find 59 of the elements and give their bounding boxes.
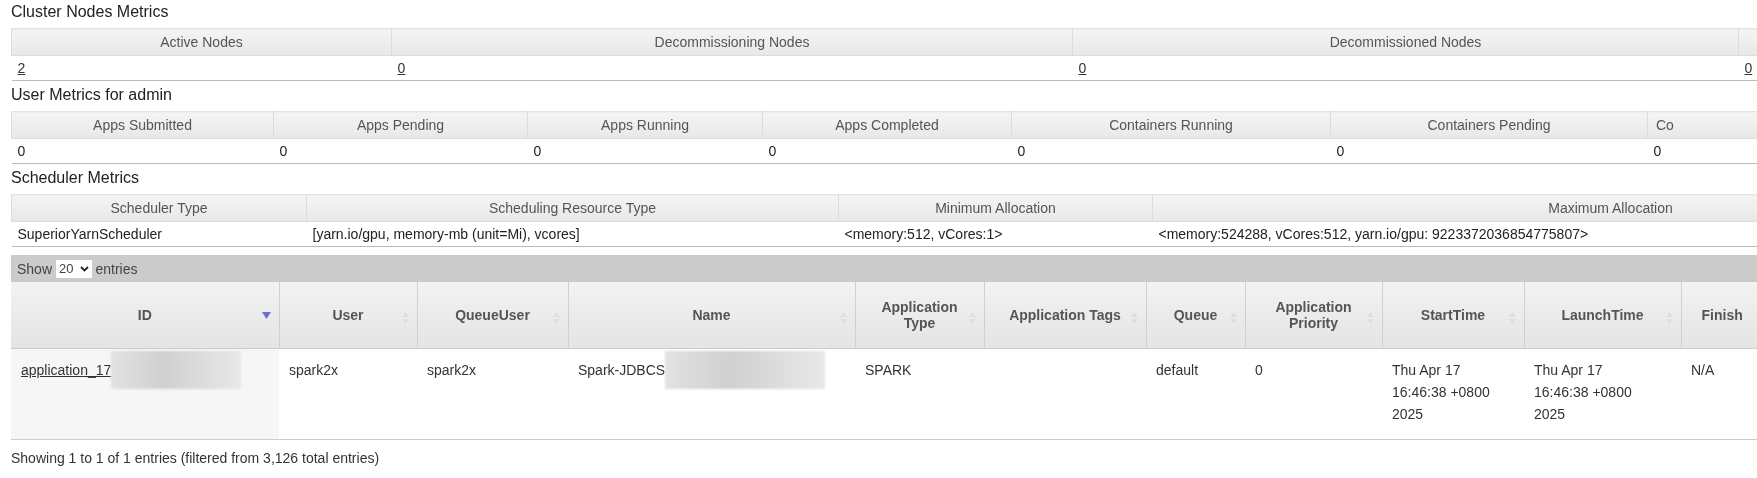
metric-value: <memory:524288, vCores:512, yarn.io/gpu: 9223372036854775807> xyxy=(1158,226,1589,242)
table-cell: spark2x xyxy=(289,362,339,378)
column-header: Containers Running xyxy=(1011,111,1331,139)
metric-value: SuperiorYarnScheduler xyxy=(17,226,162,242)
column-header[interactable]: Application Priority xyxy=(1245,282,1382,349)
table-cell: default xyxy=(1156,362,1199,378)
table-cell: Thu Apr 17 16:46:38 +0800 2025 xyxy=(1534,362,1632,422)
show-label: Show xyxy=(17,260,53,277)
section-title: Scheduler Metrics xyxy=(11,168,141,188)
chevron-down-icon xyxy=(79,265,89,272)
column-header[interactable]: LaunchTime xyxy=(1524,282,1681,349)
column-header: Apps Submitted xyxy=(11,111,274,139)
entries-label: entries xyxy=(95,260,138,277)
metric-value: 0 xyxy=(1017,143,1026,159)
metric-link[interactable]: 0 xyxy=(1078,60,1087,76)
metric-value: <memory:512, vCores:1> xyxy=(844,226,1003,242)
metric-value: [yarn.io/gpu, memory-mb (unit=Mi), vcores] xyxy=(312,226,580,242)
column-header[interactable]: Queue xyxy=(1146,282,1245,349)
column-header[interactable]: Application Tags xyxy=(984,282,1146,349)
sort-descending-icon[interactable] xyxy=(261,312,271,319)
metric-value: 0 xyxy=(768,143,777,159)
column-header: Decommissioning Nodes xyxy=(391,28,1073,56)
table-cell: Thu Apr 17 16:46:38 +0800 2025 xyxy=(1392,362,1490,422)
metric-link[interactable]: 0 xyxy=(397,60,406,76)
table-cell: Spark-JDBCS xyxy=(578,362,666,378)
column-header[interactable]: ID xyxy=(11,282,279,349)
column-header: Containers Pending xyxy=(1330,111,1648,139)
column-header[interactable]: Name xyxy=(568,282,855,349)
table-cell: N/A xyxy=(1691,362,1715,378)
metric-link[interactable]: 0 xyxy=(1744,60,1753,76)
metric-value: 0 xyxy=(1653,143,1662,159)
application-link[interactable]: application_17 xyxy=(21,362,112,378)
entries-select[interactable]: 20 xyxy=(56,259,92,278)
metric-value: 0 xyxy=(17,143,26,159)
metric-value: 0 xyxy=(279,143,288,159)
column-header: Apps Running xyxy=(527,111,763,139)
metric-value: 0 xyxy=(1336,143,1345,159)
column-header: Co xyxy=(1647,111,1757,139)
column-header: Scheduler Type xyxy=(11,194,307,222)
table-cell: 0 xyxy=(1255,362,1263,378)
column-header[interactable]: Finish xyxy=(1681,282,1757,349)
column-header: Decommissioned Nodes xyxy=(1072,28,1739,56)
column-header: Active Nodes xyxy=(11,28,392,56)
column-header: Maximum Allocation xyxy=(1152,194,1757,222)
section-title: User Metrics for admin xyxy=(11,85,173,105)
metric-value: 0 xyxy=(533,143,542,159)
column-header[interactable]: QueueUser xyxy=(417,282,568,349)
column-header[interactable]: Application Type xyxy=(855,282,984,349)
table-info: Showing 1 to 1 of 1 entries (filtered from 3,126 total entries) xyxy=(11,450,381,466)
column-header: Minimum Allocation xyxy=(838,194,1153,222)
column-header: Apps Completed xyxy=(762,111,1012,139)
column-header[interactable]: StartTime xyxy=(1382,282,1524,349)
table-cell: spark2x xyxy=(427,362,477,378)
table-cell: SPARK xyxy=(865,362,912,378)
metric-link[interactable]: 2 xyxy=(17,60,26,76)
column-header: Apps Pending xyxy=(273,111,528,139)
column-header[interactable]: User xyxy=(279,282,417,349)
section-title: Cluster Nodes Metrics xyxy=(11,2,170,22)
column-header: Scheduling Resource Type xyxy=(306,194,839,222)
